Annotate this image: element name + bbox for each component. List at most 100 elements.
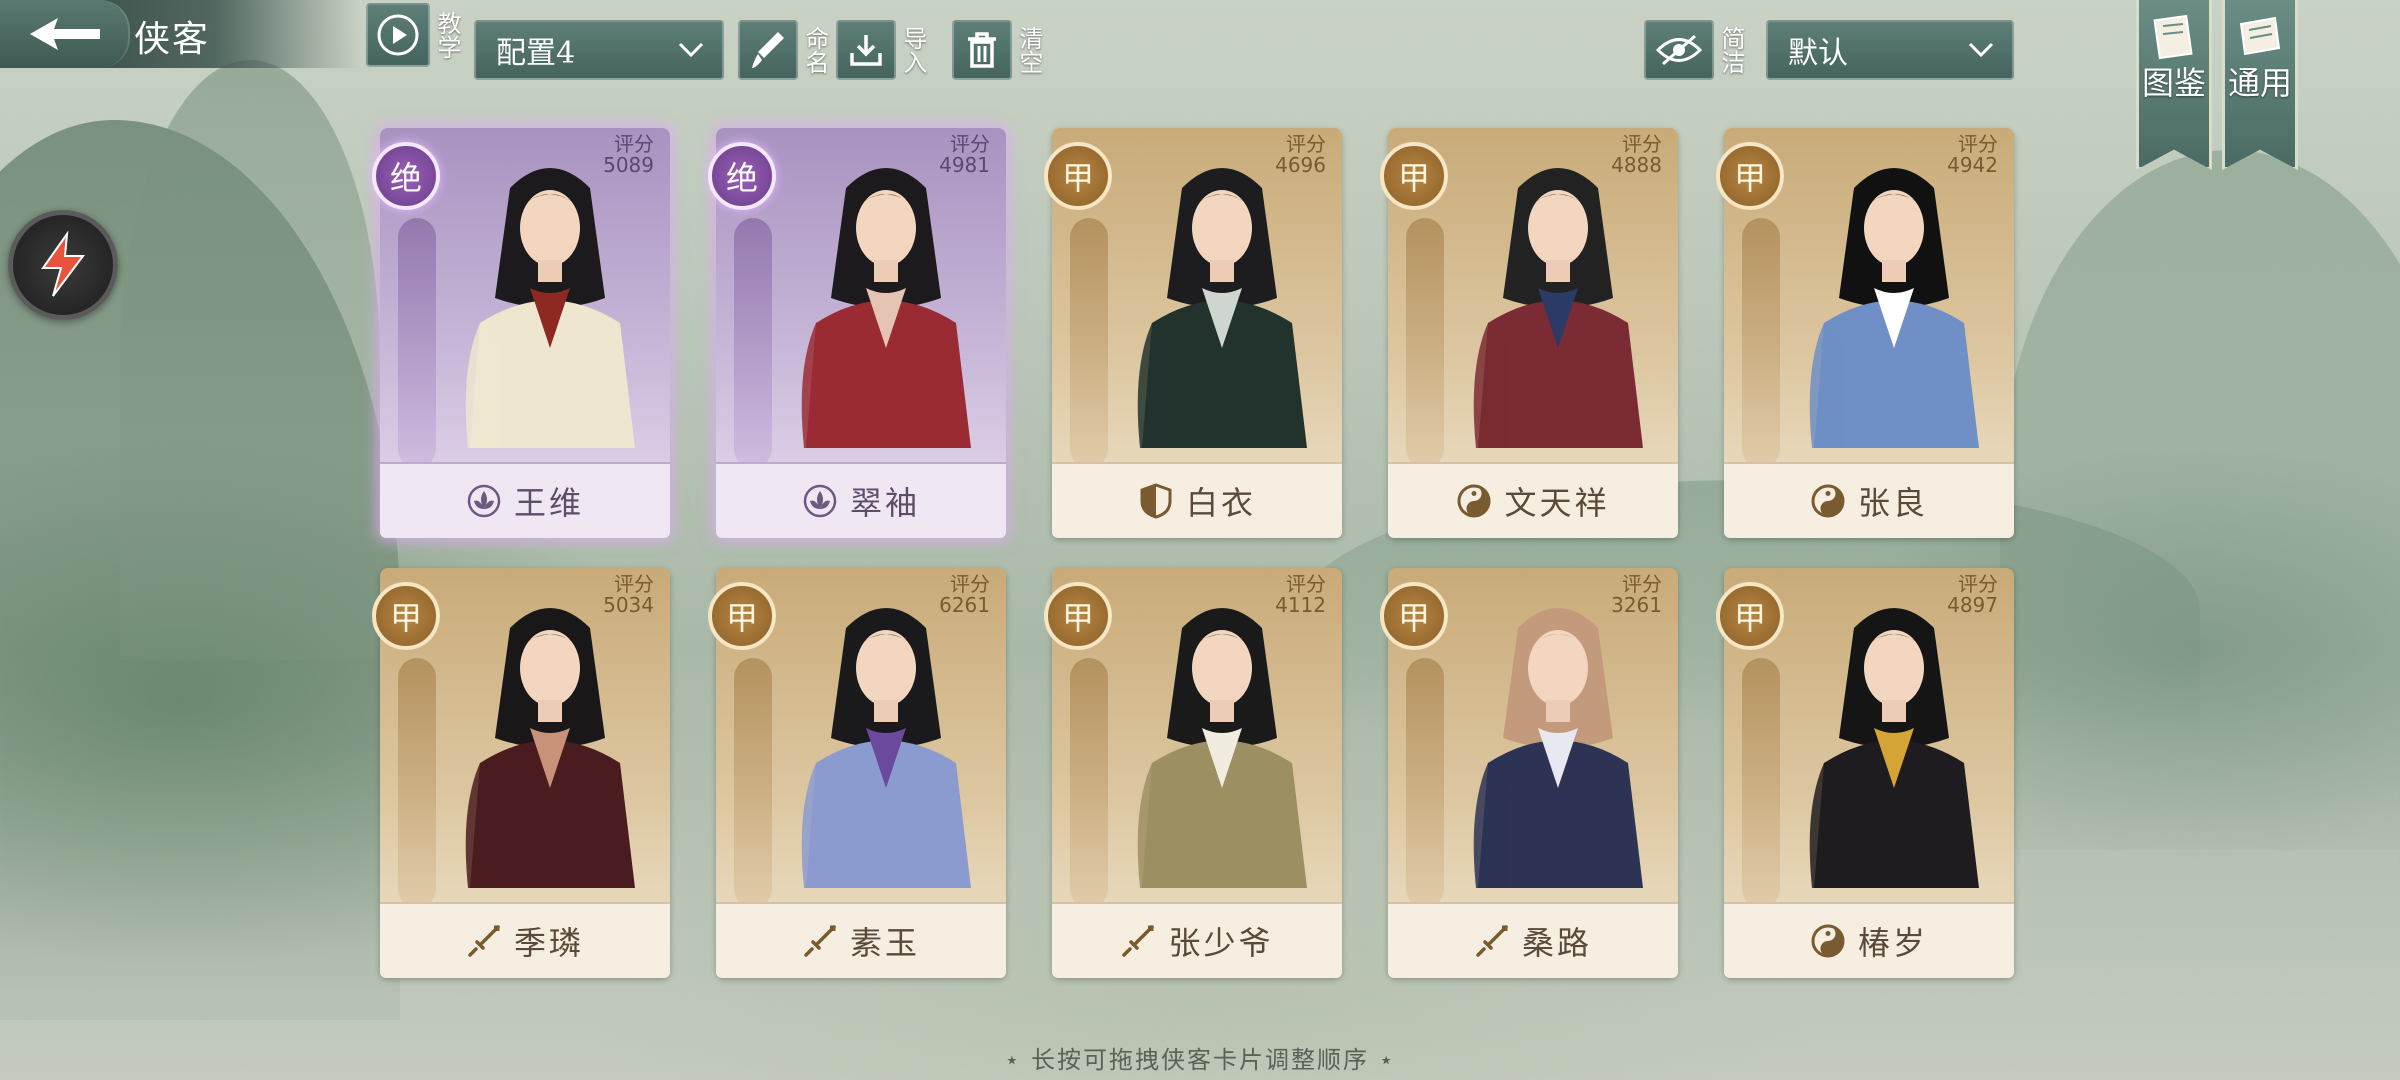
hero-portrait bbox=[1809, 168, 1979, 448]
score-block: 评分 4981 bbox=[939, 134, 990, 176]
hero-card[interactable]: 绝 评分 4981 翠袖 bbox=[708, 128, 1006, 538]
sort-select[interactable]: 默认 bbox=[1766, 20, 2014, 80]
score-block: 评分 4942 bbox=[1947, 134, 1998, 176]
drag-hint-text: ⋆ 长按可拖拽侠客卡片调整顺序 ⋆ bbox=[1004, 1046, 1396, 1074]
hero-card[interactable]: 甲 评分 3261 桑路 bbox=[1380, 568, 1678, 978]
hero-name: 文天祥 bbox=[1504, 484, 1610, 522]
lightning-icon bbox=[41, 230, 85, 297]
hero-portrait bbox=[801, 608, 971, 888]
hero-name: 张良 bbox=[1857, 484, 1928, 522]
shield-icon bbox=[1138, 483, 1174, 519]
name-plate: 季璘 bbox=[380, 902, 670, 978]
scroll-icon bbox=[2239, 16, 2281, 56]
name-plate: 王维 bbox=[380, 462, 670, 538]
hero-card[interactable]: 甲 评分 4112 张少爷 bbox=[1044, 568, 1342, 978]
sword-icon bbox=[1120, 923, 1156, 959]
hero-name: 张少爷 bbox=[1168, 924, 1274, 962]
sort-select-value: 默认 bbox=[1788, 36, 1848, 71]
hero-card[interactable]: 甲 评分 4696 白衣 bbox=[1044, 128, 1342, 538]
score-label: 评分 bbox=[1958, 572, 1998, 596]
name-plate: 文天祥 bbox=[1388, 462, 1678, 538]
score-label: 评分 bbox=[1286, 132, 1326, 156]
hero-card[interactable]: 甲 评分 5034 季璘 bbox=[372, 568, 670, 978]
chevron-down-icon bbox=[1968, 42, 1994, 58]
rename-button[interactable]: 命名 bbox=[738, 20, 829, 80]
play-icon bbox=[377, 14, 419, 56]
title-banner: 侠客 bbox=[0, 0, 360, 68]
mountain-decor bbox=[2000, 150, 2400, 850]
trash-icon bbox=[968, 32, 996, 68]
hero-portrait bbox=[801, 168, 971, 448]
general-label: 通用 bbox=[2227, 64, 2292, 102]
hero-card[interactable]: 甲 评分 4888 文天祥 bbox=[1380, 128, 1678, 538]
simple-view-label: 简洁 bbox=[1717, 26, 1745, 74]
floating-assist-button[interactable] bbox=[8, 210, 118, 320]
score-label: 评分 bbox=[1286, 572, 1326, 596]
import-button[interactable]: 导入 bbox=[836, 20, 927, 80]
config-select[interactable]: 配置4 bbox=[474, 20, 724, 80]
clear-button[interactable]: 清空 bbox=[952, 20, 1043, 80]
card-ribbon bbox=[734, 218, 772, 468]
name-plate: 白衣 bbox=[1052, 462, 1342, 538]
lotus-icon bbox=[466, 483, 502, 519]
hero-portrait bbox=[465, 608, 635, 888]
hero-portrait bbox=[1473, 168, 1643, 448]
sword-icon bbox=[466, 923, 502, 959]
rank-badge: 甲 bbox=[1716, 142, 1784, 210]
score-label: 评分 bbox=[1622, 132, 1662, 156]
chevron-down-icon bbox=[678, 42, 704, 58]
score-value: 4981 bbox=[939, 153, 990, 177]
name-plate: 张良 bbox=[1724, 462, 2014, 538]
atlas-label: 图鉴 bbox=[2141, 64, 2206, 102]
simple-view-button[interactable]: 简洁 bbox=[1644, 20, 1745, 80]
hero-card[interactable]: 甲 评分 4897 椿岁 bbox=[1716, 568, 2014, 978]
score-block: 评分 6261 bbox=[939, 574, 990, 616]
hero-name: 王维 bbox=[513, 484, 584, 522]
name-plate: 张少爷 bbox=[1052, 902, 1342, 978]
score-label: 评分 bbox=[614, 132, 654, 156]
score-value: 3261 bbox=[1611, 593, 1662, 617]
card-ribbon bbox=[1406, 218, 1444, 468]
score-value: 4897 bbox=[1947, 593, 1998, 617]
tutorial-button[interactable]: 教学 bbox=[366, 0, 461, 70]
clear-label: 清空 bbox=[1015, 26, 1043, 74]
score-value: 6261 bbox=[939, 593, 990, 617]
score-label: 评分 bbox=[950, 132, 990, 156]
name-plate: 翠袖 bbox=[716, 462, 1006, 538]
hero-name: 季璘 bbox=[513, 924, 584, 962]
back-button[interactable] bbox=[0, 0, 130, 68]
rank-badge: 甲 bbox=[1380, 582, 1448, 650]
card-ribbon bbox=[1742, 218, 1780, 468]
score-block: 评分 3261 bbox=[1611, 574, 1662, 616]
hero-name: 翠袖 bbox=[849, 484, 920, 522]
score-value: 4888 bbox=[1611, 153, 1662, 177]
taiji-icon bbox=[1456, 483, 1492, 519]
hero-card[interactable]: 甲 评分 4942 张良 bbox=[1716, 128, 2014, 538]
rank-badge: 甲 bbox=[372, 582, 440, 650]
score-block: 评分 5034 bbox=[603, 574, 654, 616]
atlas-tab[interactable]: 图鉴 bbox=[2136, 0, 2212, 170]
score-value: 4112 bbox=[1275, 593, 1326, 617]
hero-card[interactable]: 甲 评分 6261 素玉 bbox=[708, 568, 1006, 978]
score-value: 4942 bbox=[1947, 153, 1998, 177]
score-label: 评分 bbox=[1958, 132, 1998, 156]
card-ribbon bbox=[1070, 218, 1108, 468]
general-tab[interactable]: 通用 bbox=[2222, 0, 2298, 170]
config-select-value: 配置4 bbox=[496, 36, 576, 71]
hero-name: 椿岁 bbox=[1857, 924, 1928, 962]
rank-badge: 绝 bbox=[708, 142, 776, 210]
sword-icon bbox=[802, 923, 838, 959]
hero-card-grid: 绝 评分 5089 王维 绝 评分 4981 翠袖 甲 评分 4696 白衣 甲… bbox=[372, 128, 2020, 988]
hero-portrait bbox=[1137, 168, 1307, 448]
hero-portrait bbox=[465, 168, 635, 448]
score-label: 评分 bbox=[614, 572, 654, 596]
book-icon bbox=[2153, 14, 2193, 60]
taiji-icon bbox=[1810, 923, 1846, 959]
top-bar: 侠客 教学 配置4 命名 导入 清空 简洁 默认 图鉴 通用 bbox=[0, 0, 2400, 170]
score-block: 评分 4112 bbox=[1275, 574, 1326, 616]
hero-card[interactable]: 绝 评分 5089 王维 bbox=[372, 128, 670, 538]
name-plate: 桑路 bbox=[1388, 902, 1678, 978]
score-label: 评分 bbox=[950, 572, 990, 596]
card-ribbon bbox=[1742, 658, 1780, 908]
card-ribbon bbox=[734, 658, 772, 908]
